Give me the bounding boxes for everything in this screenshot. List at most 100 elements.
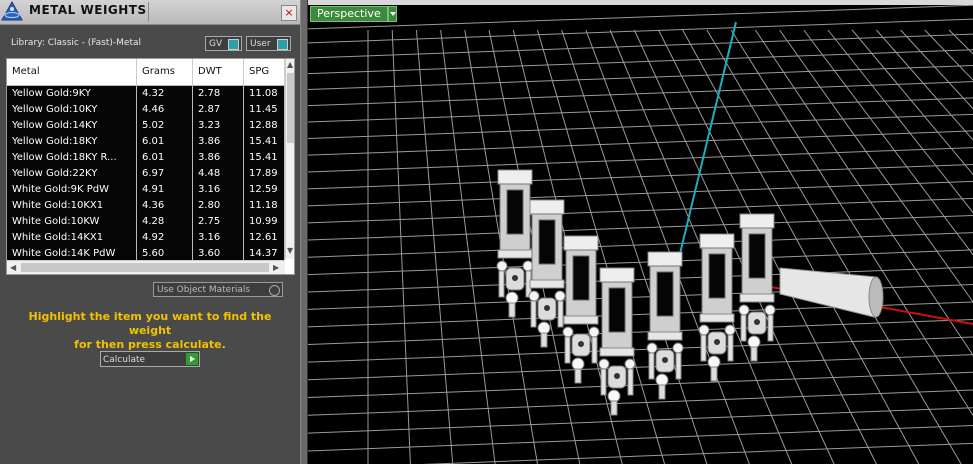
dwt-cell: 2.80 [193,198,244,214]
instruction-line-1: Highlight the item you want to find the … [28,310,272,337]
perspective-viewport[interactable]: Perspective [308,0,973,464]
gv-switch-icon [228,39,239,50]
user-toggle-label: User [250,39,271,49]
dwt-cell: 3.86 [193,134,244,150]
dwt-cell: 2.87 [193,102,244,118]
radio-circle-icon [269,285,280,296]
calculate-label: Calculate [103,355,146,365]
bracelet-link [646,251,684,400]
table-header: Metal Grams DWT SPG [7,59,285,86]
grams-cell: 4.36 [137,198,193,214]
table-row[interactable]: White Gold:14KX1 4.92 3.16 12.61 [7,230,285,246]
dwt-cell: 3.86 [193,150,244,166]
viewport-view-label[interactable]: Perspective [310,6,388,22]
dwt-cell: 3.23 [193,118,244,134]
scroll-left-icon[interactable]: ◀ [10,263,16,272]
table-row[interactable]: Yellow Gold:14KY 5.02 3.23 12.88 [7,118,285,134]
table-row[interactable]: White Gold:10KX1 4.36 2.80 11.18 [7,198,285,214]
metal-cell: Yellow Gold:14KY [7,118,137,134]
grams-cell: 4.32 [137,86,193,102]
bracelet-link [562,235,600,384]
spg-cell: 15.41 [244,150,285,166]
bracelet-link [496,169,534,318]
grams-cell: 4.28 [137,214,193,230]
panel-title: METAL WEIGHTS [29,3,147,17]
spg-cell: 11.18 [244,198,285,214]
horizontal-scroll-thumb[interactable] [21,263,269,272]
scroll-down-icon[interactable]: ▼ [287,246,293,255]
bracelet-link [738,213,776,362]
spg-cell: 12.88 [244,118,285,134]
metal-cell: White Gold:9K PdW [7,182,137,198]
table-row[interactable]: Yellow Gold:22KY 6.97 4.48 17.89 [7,166,285,182]
user-toggle[interactable]: User [246,36,291,51]
grams-cell: 6.01 [137,134,193,150]
dwt-cell: 3.16 [193,230,244,246]
metal-cell: White Gold:10KW [7,214,137,230]
column-header-dwt[interactable]: DWT [193,59,244,85]
dwt-cell: 4.48 [193,166,244,182]
spg-cell: 11.08 [244,86,285,102]
title-separator [148,2,149,22]
vertical-scroll-thumb[interactable] [287,73,294,143]
metal-cell: Yellow Gold:10KY [7,102,137,118]
metal-cell: Yellow Gold:22KY [7,166,137,182]
spg-cell: 12.61 [244,230,285,246]
viewport-scene[interactable] [308,0,973,464]
scroll-up-icon[interactable]: ▲ [287,60,293,69]
metal-cell: Yellow Gold:18KY R... [7,150,137,166]
table-row[interactable]: White Gold:10KW 4.28 2.75 10.99 [7,214,285,230]
library-label: Library: Classic - (Fast)-Metal [11,38,142,48]
ground-grid [308,4,973,464]
spg-cell: 11.45 [244,102,285,118]
vertical-scrollbar[interactable]: ▲ ▼ [285,59,294,259]
grams-cell: 4.46 [137,102,193,118]
instruction-line-2: for then press calculate. [74,338,226,351]
instruction-text: Highlight the item you want to find the … [10,310,290,352]
use-object-materials-label: Use Object Materials [157,285,251,295]
gv-toggle[interactable]: GV [205,36,242,51]
table-row[interactable]: Yellow Gold:18KY 6.01 3.86 15.41 [7,134,285,150]
gv-toggle-label: GV [209,39,223,49]
metal-weights-panel: METAL WEIGHTS × Library: Classic - (Fast… [0,0,300,464]
panel-titlebar[interactable]: METAL WEIGHTS × [0,0,300,25]
metal-cell: Yellow Gold:9KY [7,86,137,102]
dwt-cell: 2.75 [193,214,244,230]
scroll-right-icon[interactable]: ▶ [273,263,279,272]
grams-cell: 5.02 [137,118,193,134]
horizontal-scrollbar[interactable]: ◀ ▶ [7,260,285,274]
calculate-button[interactable]: Calculate [100,351,200,367]
metal-weights-app-icon [1,0,23,21]
table-row[interactable]: Yellow Gold:9KY 4.32 2.78 11.08 [7,86,285,102]
spg-cell: 17.89 [244,166,285,182]
user-switch-icon [277,39,288,50]
metal-cell: White Gold:14KX1 [7,230,137,246]
y-axis-line [677,21,737,263]
bracelet-link [598,267,636,416]
metal-cell: Yellow Gold:18KY [7,134,137,150]
cone-clasp [779,267,884,318]
column-header-metal[interactable]: Metal [7,59,137,85]
dwt-cell: 2.78 [193,86,244,102]
use-object-materials-checkbox[interactable]: Use Object Materials [153,282,283,297]
table-row[interactable]: White Gold:9K PdW 4.91 3.16 12.59 [7,182,285,198]
bracelet-link [528,199,566,348]
spg-cell: 10.99 [244,214,285,230]
grams-cell: 6.01 [137,150,193,166]
column-header-grams[interactable]: Grams [137,59,193,85]
spg-cell: 15.41 [244,134,285,150]
column-header-spg[interactable]: SPG [244,59,285,85]
metal-table: Metal Grams DWT SPG Yellow Gold:9KY 4.32 2… [6,58,295,275]
close-button[interactable]: × [281,5,297,21]
table-row[interactable]: Yellow Gold:10KY 4.46 2.87 11.45 [7,102,285,118]
view-dropdown-chevron-down-icon[interactable] [388,6,397,22]
bracelet-link [698,233,736,382]
table-row[interactable]: Yellow Gold:18KY R... 6.01 3.86 15.41 [7,150,285,166]
play-arrow-icon [186,353,198,365]
panel-splitter[interactable] [300,0,308,464]
metal-cell: White Gold:10KX1 [7,198,137,214]
grams-cell: 4.91 [137,182,193,198]
dwt-cell: 3.16 [193,182,244,198]
grams-cell: 6.97 [137,166,193,182]
spg-cell: 12.59 [244,182,285,198]
